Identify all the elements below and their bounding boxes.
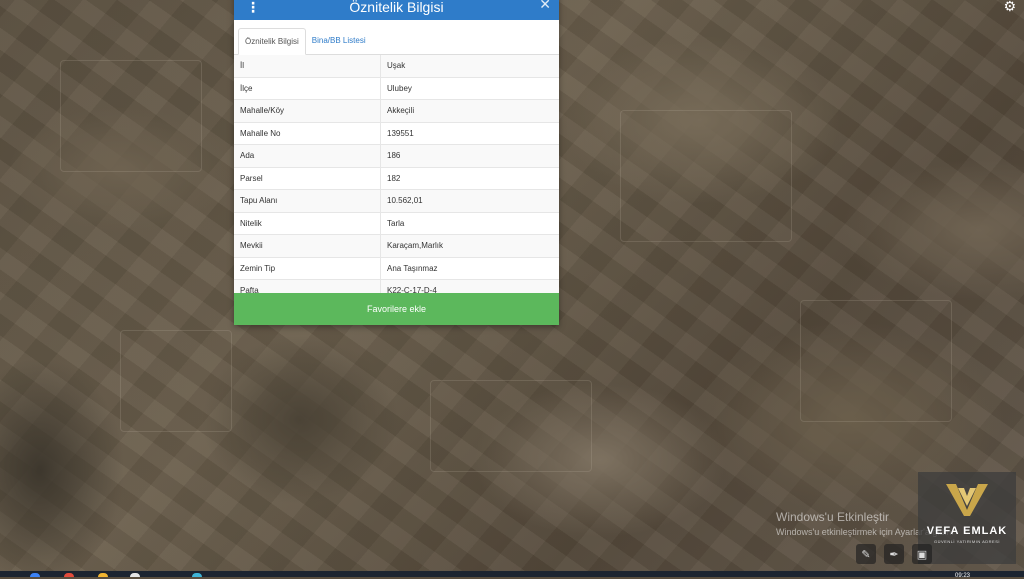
attribute-key: İlçe <box>234 77 381 100</box>
settings-gear-icon[interactable]: ⚙ <box>1003 0 1016 15</box>
attribute-value: 186 <box>380 144 559 168</box>
table-row: İlçe Ulubey <box>234 77 559 100</box>
add-favorites-button[interactable]: Favorilere ekle <box>234 293 559 325</box>
taskbar-app-icon[interactable] <box>64 573 74 577</box>
taskbar-clock: 09:23 <box>954 573 970 579</box>
panel-title: Öznitelik Bilgisi <box>349 0 444 15</box>
attribute-key: İl <box>234 55 381 78</box>
table-row: Mahalle No 139551 <box>234 122 559 145</box>
tab-attribute-info[interactable]: Öznitelik Bilgisi <box>238 28 306 55</box>
table-row: İl Uşak <box>234 55 559 78</box>
attribute-key: Mahalle No <box>234 122 381 145</box>
map-field-outline <box>430 380 592 472</box>
attribute-value: 10.562,01 <box>380 189 559 213</box>
table-row: Tapu Alanı 10.562,01 <box>234 189 559 213</box>
attribute-value: Tarla <box>380 212 559 235</box>
menu-dots-icon[interactable]: ⋮ <box>246 0 260 14</box>
attribute-value: Ana Taşınmaz <box>380 257 559 280</box>
logo-name: VEFA EMLAK <box>926 525 1008 537</box>
taskbar-app-icon[interactable] <box>30 573 40 577</box>
close-icon[interactable]: ✕ <box>539 0 551 13</box>
taskbar-app-icon[interactable] <box>130 573 140 577</box>
panel-tabs: Öznitelik Bilgisi Bina/BB Listesi <box>234 20 559 55</box>
hide-icon[interactable]: ✎ <box>856 544 876 564</box>
panel-header: ⋮ Öznitelik Bilgisi ✕ <box>234 0 559 20</box>
attribute-key: Ada <box>234 144 381 168</box>
vefa-emlak-logo: VEFA EMLAK GÜVENLİ YATIRIMIN ADRESİ <box>918 472 1016 564</box>
attribute-value: 182 <box>380 167 559 190</box>
taskbar-app-icon[interactable] <box>192 573 202 577</box>
map-field-outline <box>120 330 232 432</box>
table-row: Parsel 182 <box>234 167 559 190</box>
map-field-outline <box>800 300 952 422</box>
attribute-value: Ulubey <box>380 77 559 100</box>
table-row: Mahalle/Köy Akkeçili <box>234 99 559 123</box>
table-row: Mevkii Karaçam,Marlık <box>234 234 559 258</box>
table-row: Ada 186 <box>234 144 559 168</box>
attribute-key: Zemin Tip <box>234 257 381 280</box>
pen-icon[interactable]: ✒ <box>884 544 904 564</box>
map-field-outline <box>620 110 792 242</box>
map-field-outline <box>60 60 202 172</box>
contact-card-icon[interactable]: ▣ <box>912 544 932 564</box>
table-row: Nitelik Tarla <box>234 212 559 235</box>
logo-tagline: GÜVENLİ YATIRIMIN ADRESİ <box>933 539 1000 544</box>
taskbar-app-icon[interactable] <box>98 573 108 577</box>
tab-building-list[interactable]: Bina/BB Listesi <box>306 28 372 54</box>
attribute-key: Mahalle/Köy <box>234 99 381 123</box>
taskbar: 09:23 <box>0 571 1024 579</box>
attribute-value: Akkeçili <box>380 99 559 123</box>
table-row: Zemin Tip Ana Taşınmaz <box>234 257 559 280</box>
attribute-key: Parsel <box>234 167 381 190</box>
logo-v-icon <box>918 482 1016 523</box>
attribute-value: Karaçam,Marlık <box>380 234 559 258</box>
attribute-key: Mevkii <box>234 234 381 258</box>
attribute-info-panel: ⋮ Öznitelik Bilgisi ✕ Öznitelik Bilgisi … <box>234 0 559 325</box>
attribute-value: Uşak <box>380 55 559 78</box>
attribute-value: 139551 <box>380 122 559 145</box>
attribute-key: Nitelik <box>234 212 381 235</box>
attribute-key: Tapu Alanı <box>234 189 381 213</box>
system-tray: ✎ ✒ ▣ <box>856 544 932 564</box>
attribute-table: İl Uşak İlçe Ulubey Mahalle/Köy Akkeçili Mahal… <box>234 55 559 303</box>
